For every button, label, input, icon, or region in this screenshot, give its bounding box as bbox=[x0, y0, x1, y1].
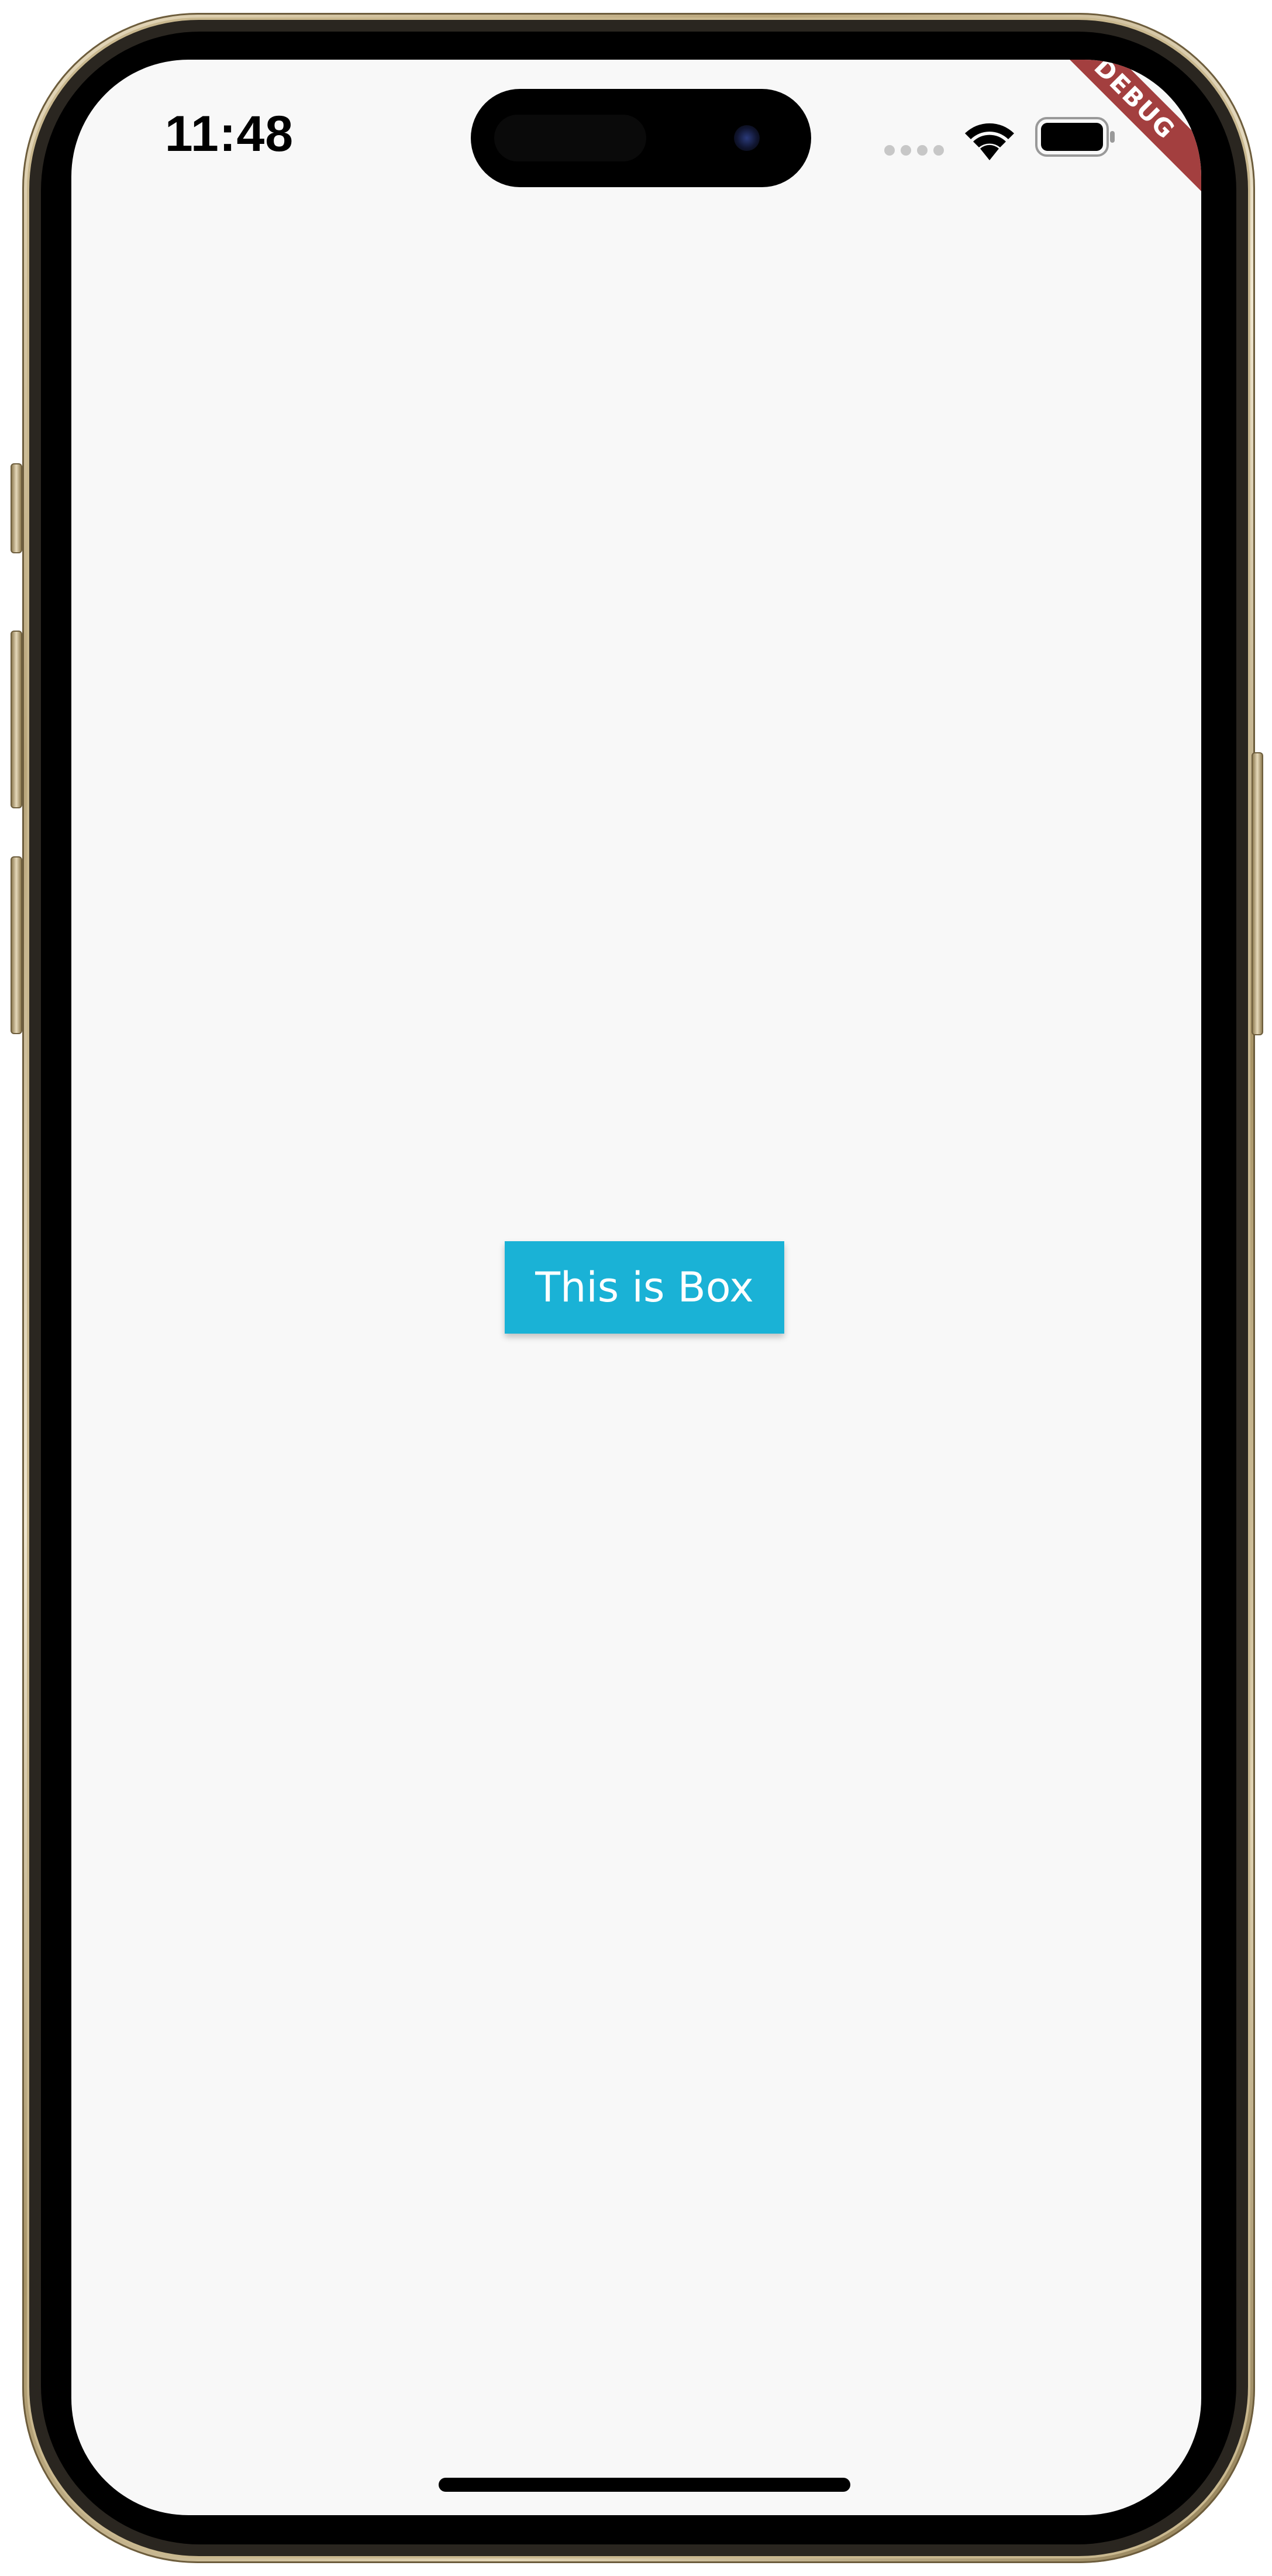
box-label: This is Box bbox=[535, 1263, 754, 1311]
wifi-icon bbox=[965, 123, 1014, 160]
dynamic-island bbox=[471, 89, 811, 187]
front-camera-icon bbox=[734, 125, 760, 151]
battery-icon bbox=[1035, 117, 1115, 157]
this-is-box: This is Box bbox=[505, 1241, 784, 1334]
volume-down-button[interactable] bbox=[11, 856, 22, 1034]
cellular-signal-dots-icon bbox=[884, 145, 944, 156]
status-bar-time: 11:48 bbox=[164, 106, 294, 162]
volume-up-button[interactable] bbox=[11, 631, 22, 808]
home-indicator[interactable] bbox=[439, 2478, 850, 2492]
power-button[interactable] bbox=[1252, 752, 1263, 1035]
face-id-sensor bbox=[494, 115, 646, 161]
action-button[interactable] bbox=[11, 463, 22, 553]
